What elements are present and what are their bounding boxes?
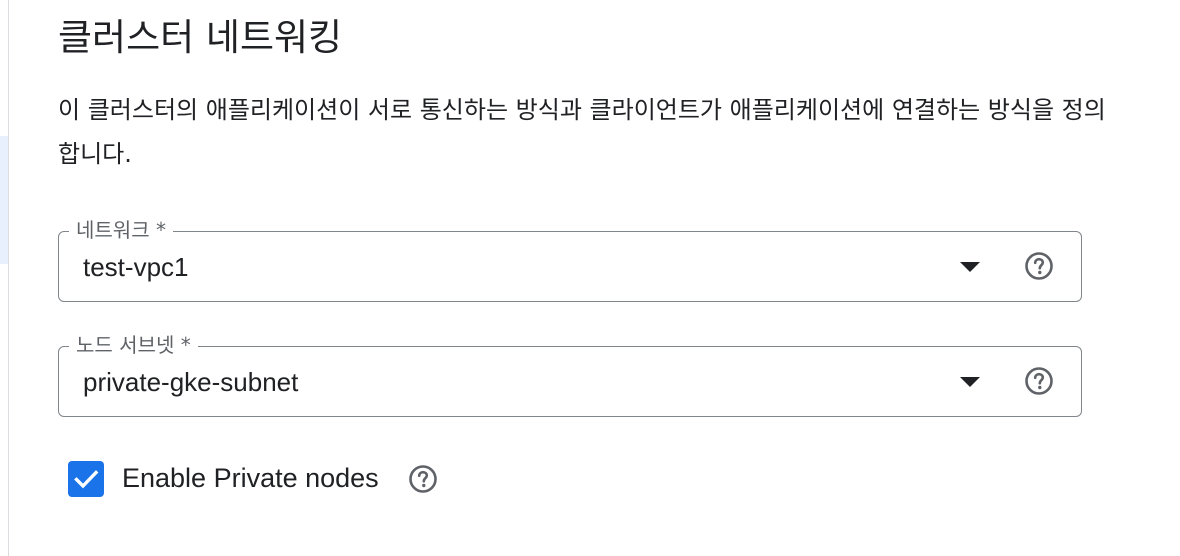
check-icon: [74, 470, 99, 489]
dropdown-arrow-icon[interactable]: [960, 377, 980, 387]
left-rail-active-indicator: [0, 136, 8, 264]
node-subnet-select-value[interactable]: private-gke-subnet: [83, 366, 298, 398]
network-select[interactable]: 네트워크 * test-vpc1: [58, 217, 1082, 302]
enable-private-nodes-checkbox[interactable]: [68, 461, 104, 497]
help-circle-icon[interactable]: [408, 464, 438, 494]
node-subnet-select-label: 노드 서브넷 *: [69, 332, 198, 358]
node-subnet-select[interactable]: 노드 서브넷 * private-gke-subnet: [58, 332, 1082, 417]
dropdown-arrow-icon[interactable]: [960, 262, 980, 272]
network-select-value[interactable]: test-vpc1: [83, 251, 189, 283]
section-description: 이 클러스터의 애플리케이션이 서로 통신하는 방식과 클라이언트가 애플리케이…: [58, 96, 1106, 168]
help-circle-icon[interactable]: [1024, 366, 1054, 396]
section-title: 클러스터 네트워킹: [58, 16, 343, 59]
network-select-label: 네트워크 *: [69, 217, 173, 243]
enable-private-nodes-label[interactable]: Enable Private nodes: [122, 461, 379, 495]
cluster-networking-page: 클러스터 네트워킹 이 클러스터의 애플리케이션이 서로 통신하는 방식과 클라…: [0, 0, 1180, 556]
left-rail: [0, 0, 9, 556]
help-circle-icon[interactable]: [1024, 251, 1054, 281]
